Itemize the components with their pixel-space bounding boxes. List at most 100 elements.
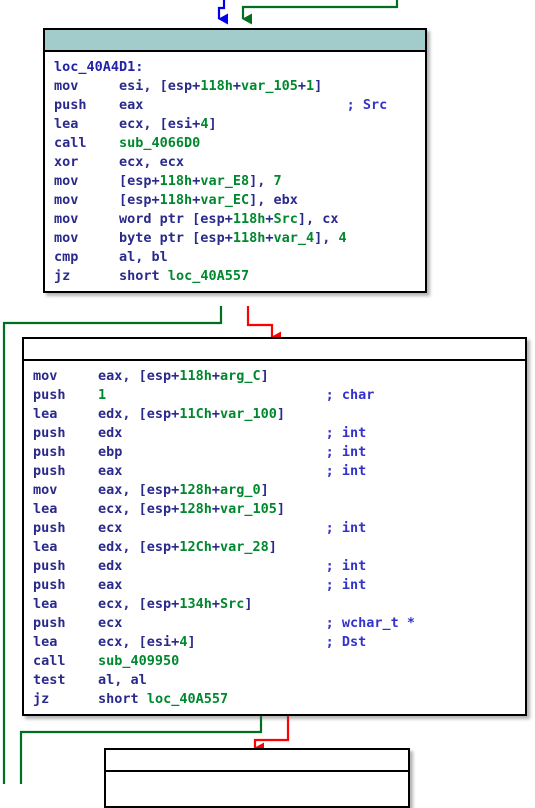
asm-comment: ; Src <box>346 97 388 113</box>
asm-mnemonic: push <box>33 387 99 403</box>
asm-symbol: var_E8 <box>200 173 250 189</box>
asm-operands: al, al <box>98 672 147 688</box>
asm-comment: ; int <box>325 425 367 441</box>
graph-node-third-clipped[interactable] <box>104 748 410 808</box>
asm-line[interactable]: lea edx, [esp+11Ch+var_100] <box>24 405 525 424</box>
asm-operand-text: ecx, [esp+ <box>98 596 180 612</box>
asm-line[interactable]: push edx ; int <box>24 424 525 443</box>
asm-operand-text: ] <box>260 368 269 384</box>
asm-symbol: 128h <box>179 482 212 498</box>
asm-line[interactable]: xor ecx, ecx <box>45 153 425 172</box>
asm-operand-text: + <box>232 78 241 94</box>
asm-comment: ; int <box>325 520 367 536</box>
asm-comment-gap <box>122 425 325 441</box>
asm-line[interactable]: mov word ptr [esp+118h+Src], cx <box>45 210 425 229</box>
asm-line[interactable]: jz short loc_40A557 <box>45 267 425 286</box>
asm-operand-text: + <box>211 368 220 384</box>
asm-line[interactable]: lea ecx, [esi+4] ; Dst <box>24 633 525 652</box>
asm-line[interactable]: lea ecx, [esp+128h+var_105] <box>24 500 525 519</box>
asm-comment: ; char <box>325 387 375 403</box>
asm-operands: eax, [esp+118h+arg_C] <box>98 368 269 384</box>
asm-comment: ; int <box>325 577 367 593</box>
asm-symbol: 12Ch <box>179 539 212 555</box>
asm-operand-text: [esp+ <box>119 173 160 189</box>
asm-line[interactable]: push ecx ; int <box>24 519 525 538</box>
asm-comment-gap <box>143 97 346 113</box>
asm-operand-text: ecx, ecx <box>119 154 185 170</box>
asm-operands: edx, [esp+11Ch+var_100] <box>98 406 285 422</box>
graph-node-loc-40A4D1[interactable]: loc_40A4D1: mov esi, [esp+118h+var_105+1]… <box>43 28 427 293</box>
asm-operand-text: ] <box>276 406 286 422</box>
asm-mnemonic: push <box>54 97 120 113</box>
asm-symbol: 11Ch <box>179 406 212 422</box>
asm-symbol: Src <box>273 211 298 227</box>
asm-line[interactable]: mov eax, [esp+128h+arg_0] <box>24 481 525 500</box>
asm-line[interactable]: push eax ; int <box>24 462 525 481</box>
asm-line[interactable]: jz short loc_40A557 <box>24 690 525 709</box>
asm-mnemonic: push <box>33 444 99 460</box>
asm-line[interactable]: push ebp ; int <box>24 443 525 462</box>
asm-line[interactable]: call sub_4066D0 <box>45 134 425 153</box>
graph-canvas[interactable]: loc_40A4D1: mov esi, [esp+118h+var_105+1]… <box>0 0 535 808</box>
asm-line[interactable]: push eax ; Src <box>45 96 425 115</box>
asm-comment: ; wchar_t * <box>325 615 416 631</box>
asm-symbol: var_105 <box>240 78 298 94</box>
asm-line[interactable]: push ecx ; wchar_t * <box>24 614 525 633</box>
node-header-second <box>24 339 525 361</box>
graph-node-second[interactable]: mov eax, [esp+118h+arg_C] push 1 ; char le… <box>22 337 527 716</box>
asm-mnemonic: lea <box>33 501 99 517</box>
asm-comment: ; int <box>325 444 367 460</box>
asm-symbol: var_EC <box>200 192 250 208</box>
asm-symbol: 134h <box>179 596 212 612</box>
asm-symbol: loc_40A557 <box>146 691 229 707</box>
asm-operands: ecx <box>98 520 122 536</box>
asm-mnemonic: lea <box>33 539 99 555</box>
asm-operand-text: ] <box>276 501 286 517</box>
asm-line[interactable]: push eax ; int <box>24 576 525 595</box>
asm-line[interactable]: lea ecx, [esp+134h+Src] <box>24 595 525 614</box>
asm-line[interactable]: call sub_409950 <box>24 652 525 671</box>
asm-line[interactable]: loc_40A4D1: <box>45 58 425 77</box>
asm-line[interactable]: cmp al, bl <box>45 248 425 267</box>
asm-operands: al, bl <box>119 249 168 265</box>
asm-mnemonic: mov <box>33 368 99 384</box>
asm-line[interactable]: test al, al <box>24 671 525 690</box>
asm-comment-gap <box>122 444 325 460</box>
asm-line[interactable]: mov [esp+118h+var_E8], 7 <box>45 172 425 191</box>
asm-operand-text: + <box>211 482 220 498</box>
asm-comment-gap <box>106 387 325 403</box>
asm-operand-text: ecx, [esp+ <box>98 501 180 517</box>
asm-line[interactable]: lea edx, [esp+12Ch+var_28] <box>24 538 525 557</box>
asm-operand-text: byte ptr [esp+ <box>119 230 233 246</box>
asm-line[interactable]: mov [esp+118h+var_EC], ebx <box>45 191 425 210</box>
asm-comment-gap <box>122 615 325 631</box>
asm-operand-text: edx, [esp+ <box>98 406 180 422</box>
asm-symbol: arg_0 <box>219 482 261 498</box>
node-body-third <box>106 772 408 783</box>
asm-symbol: arg_C <box>219 368 261 384</box>
asm-mnemonic: mov <box>54 211 120 227</box>
asm-operands: word ptr [esp+118h+Src], cx <box>119 211 338 227</box>
edge-fallthrough-red <box>246 306 281 343</box>
asm-line[interactable]: push edx ; int <box>24 557 525 576</box>
asm-line[interactable]: lea ecx, [esi+4] <box>45 115 425 134</box>
asm-comment: ; int <box>325 463 367 479</box>
asm-line[interactable]: mov eax, [esp+118h+arg_C] <box>24 367 525 386</box>
asm-mnemonic: push <box>33 558 99 574</box>
asm-operand-text: ] <box>260 482 269 498</box>
asm-symbol: sub_4066D0 <box>119 135 201 151</box>
asm-line[interactable]: mov esi, [esp+118h+var_105+1] <box>45 77 425 96</box>
asm-symbol: 118h <box>232 230 266 246</box>
asm-operands: [esp+118h+var_E8], 7 <box>119 173 282 189</box>
asm-mnemonic: lea <box>33 406 99 422</box>
asm-mnemonic: mov <box>54 78 120 94</box>
asm-operand-text: edx <box>98 425 123 441</box>
asm-operands: esi, [esp+118h+var_105+1] <box>119 78 322 94</box>
asm-operand-text: + <box>211 539 220 555</box>
asm-mnemonic: call <box>54 135 120 151</box>
asm-operands: edx <box>98 558 122 574</box>
asm-line[interactable]: push 1 ; char <box>24 386 525 405</box>
asm-symbol: 128h <box>179 501 212 517</box>
asm-line[interactable]: mov byte ptr [esp+118h+var_4], 4 <box>45 229 425 248</box>
asm-symbol: 118h <box>232 211 266 227</box>
